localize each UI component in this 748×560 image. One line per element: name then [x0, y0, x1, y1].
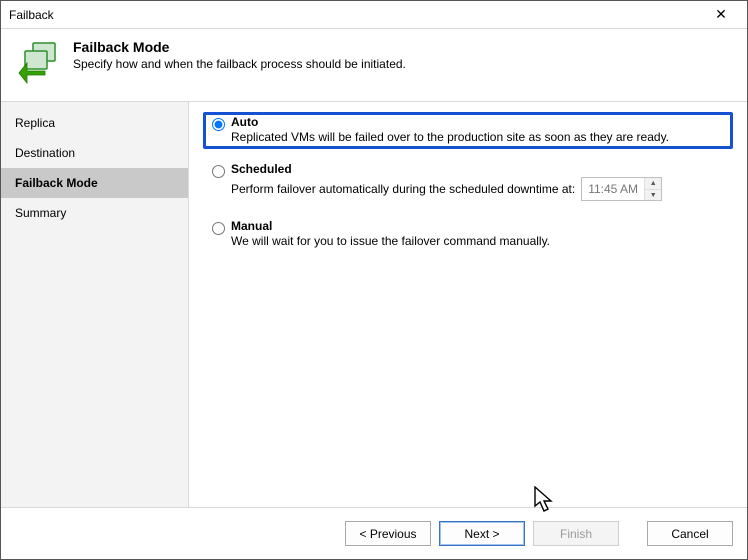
- cancel-button[interactable]: Cancel: [647, 521, 733, 546]
- close-icon: ✕: [715, 6, 727, 23]
- radio-scheduled[interactable]: [212, 165, 225, 178]
- next-button[interactable]: Next >: [439, 521, 525, 546]
- wizard-footer: < Previous Next > Finish Cancel: [1, 507, 747, 559]
- scheduled-time-input[interactable]: [582, 178, 644, 200]
- close-button[interactable]: ✕: [703, 5, 739, 25]
- window-title: Failback: [9, 8, 703, 22]
- page-subtitle: Specify how and when the failback proces…: [73, 57, 406, 71]
- option-scheduled-label: Scheduled: [231, 162, 728, 176]
- titlebar: Failback ✕: [1, 1, 747, 29]
- failback-icon: [15, 39, 63, 87]
- option-manual[interactable]: Manual We will wait for you to issue the…: [203, 216, 733, 253]
- option-auto-desc: Replicated VMs will be failed over to th…: [231, 130, 728, 144]
- time-spin-up-button[interactable]: ▲: [645, 178, 661, 189]
- option-scheduled[interactable]: Scheduled Perform failover automatically…: [203, 159, 733, 206]
- option-manual-desc: We will wait for you to issue the failov…: [231, 234, 728, 248]
- sidebar-item-failback-mode[interactable]: Failback Mode: [1, 168, 188, 198]
- time-spin-down-button[interactable]: ▼: [645, 189, 661, 200]
- option-manual-label: Manual: [231, 219, 728, 233]
- option-scheduled-desc: Perform failover automatically during th…: [231, 182, 575, 196]
- wizard-content: Auto Replicated VMs will be failed over …: [189, 102, 747, 507]
- sidebar-item-summary[interactable]: Summary: [1, 198, 188, 228]
- wizard-header: Failback Mode Specify how and when the f…: [1, 29, 747, 101]
- wizard-header-text: Failback Mode Specify how and when the f…: [73, 39, 406, 71]
- previous-button[interactable]: < Previous: [345, 521, 431, 546]
- wizard-sidebar: Replica Destination Failback Mode Summar…: [1, 102, 189, 507]
- sidebar-item-destination[interactable]: Destination: [1, 138, 188, 168]
- radio-auto[interactable]: [212, 118, 225, 131]
- scheduled-time-control[interactable]: ▲ ▼: [581, 177, 662, 201]
- wizard-body: Replica Destination Failback Mode Summar…: [1, 101, 747, 507]
- time-spinner: ▲ ▼: [644, 178, 661, 200]
- option-auto-label: Auto: [231, 115, 728, 129]
- sidebar-item-replica[interactable]: Replica: [1, 108, 188, 138]
- option-auto[interactable]: Auto Replicated VMs will be failed over …: [203, 112, 733, 149]
- failback-wizard-window: Failback ✕ Failback Mode Specify how and…: [0, 0, 748, 560]
- page-title: Failback Mode: [73, 39, 406, 55]
- finish-button: Finish: [533, 521, 619, 546]
- radio-manual[interactable]: [212, 222, 225, 235]
